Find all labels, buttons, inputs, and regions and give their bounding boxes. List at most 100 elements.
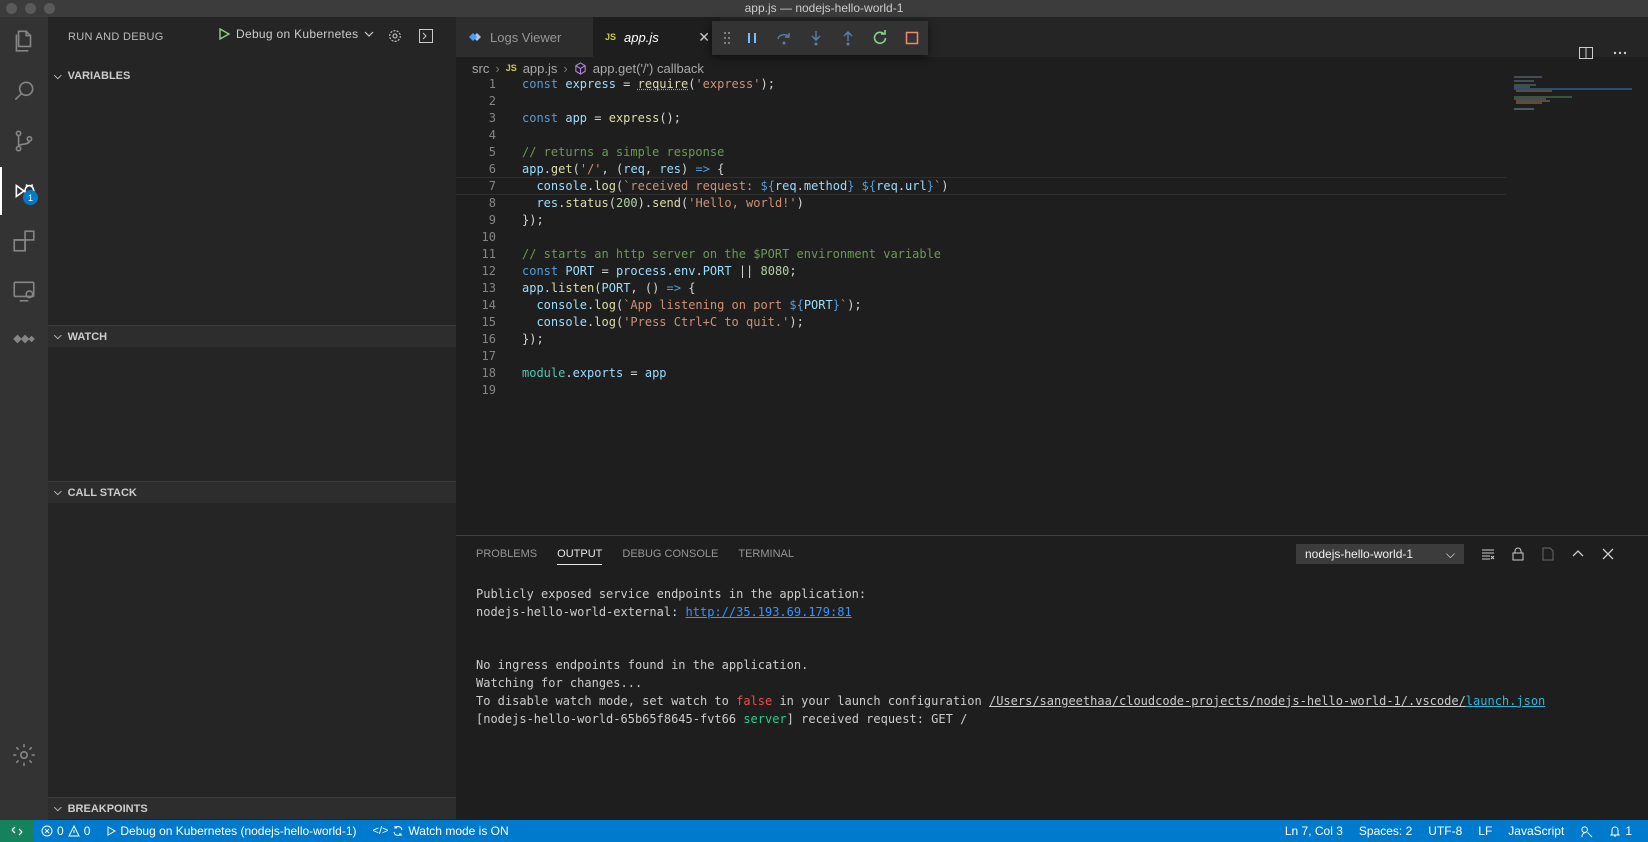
breadcrumb-file[interactable]: app.js <box>523 61 558 76</box>
chevron-down-icon: ⌵ <box>54 331 62 342</box>
settings-gear-icon[interactable] <box>0 731 48 779</box>
output-text: ] received request: GET / <box>786 711 968 726</box>
breakpoints-section-header[interactable]: ⌵ BREAKPOINTS <box>48 797 456 819</box>
more-actions-icon[interactable] <box>1612 45 1628 61</box>
editor-actions <box>1578 45 1628 61</box>
panel-actions <box>1480 546 1616 562</box>
line-number: 16 <box>481 332 496 346</box>
code-line: 17 <box>456 347 1506 365</box>
open-launch-json-gear-icon[interactable] <box>387 28 403 44</box>
tab-debug-console[interactable]: DEBUG CONSOLE <box>622 548 718 565</box>
code-editor[interactable]: 1 const express = require('express'); 2 3… <box>456 75 1648 535</box>
chevron-right-icon: › <box>495 60 500 76</box>
debug-console-icon[interactable] <box>418 28 434 44</box>
line-number: 13 <box>481 281 496 295</box>
run-and-debug-icon[interactable]: 1 <box>0 167 48 215</box>
close-panel-icon[interactable] <box>1600 546 1616 562</box>
chevron-down-icon: ⌵ <box>54 803 62 814</box>
call-stack-section-header[interactable]: ⌵ CALL STACK <box>48 481 456 503</box>
activity-bar: 1 <box>0 17 48 820</box>
code-line: 5// returns a simple response <box>456 143 1506 161</box>
line-number: 1 <box>488 77 496 91</box>
launch-json-link[interactable]: launch.json <box>1466 694 1545 708</box>
watch-section-header[interactable]: ⌵ WATCH <box>48 325 456 347</box>
code-line: 11// starts an http server on the $PORT … <box>456 245 1506 263</box>
pause-button[interactable] <box>736 24 768 52</box>
language-mode[interactable]: JavaScript <box>1500 824 1572 838</box>
output-text: false <box>736 693 773 708</box>
output-channel-select[interactable]: nodejs-hello-world-1 ⌵ <box>1296 544 1464 564</box>
source-control-icon[interactable] <box>0 117 48 165</box>
debug-badge: 1 <box>23 190 38 205</box>
remote-indicator-icon[interactable] <box>0 820 33 842</box>
cloud-code-icon[interactable] <box>0 315 48 363</box>
indentation[interactable]: Spaces: 2 <box>1351 824 1420 838</box>
code-line: 3 const app = express(); <box>456 109 1506 127</box>
step-into-icon <box>811 31 821 46</box>
chevron-down-icon <box>365 31 374 37</box>
warning-count: 0 <box>83 824 91 838</box>
open-log-file-icon[interactable] <box>1540 546 1556 562</box>
code-line: 7 console.log(`received request: ${req.m… <box>456 177 1506 195</box>
problems-status[interactable]: 0 0 <box>33 824 98 838</box>
output-line: No ingress endpoints found in the applic… <box>476 658 809 673</box>
step-out-button[interactable] <box>832 24 864 52</box>
start-debugging-icon[interactable] <box>218 28 230 40</box>
code-line: 15 console.log('Press Ctrl+C to quit.'); <box>456 313 1506 331</box>
endpoint-link[interactable]: http://35.193.69.179:81 <box>686 605 852 619</box>
notifications[interactable]: 1 <box>1601 824 1640 838</box>
variables-section-header[interactable]: ⌵ VARIABLES <box>48 65 456 87</box>
javascript-file-icon: JS <box>505 63 517 73</box>
sync-icon <box>393 826 403 836</box>
status-bar: 0 0 Debug on Kubernetes (nodejs-hello-wo… <box>0 820 1648 842</box>
line-number: 15 <box>481 315 496 329</box>
restart-button[interactable] <box>864 24 896 52</box>
minimap[interactable] <box>1512 75 1632 135</box>
clear-output-icon[interactable] <box>1480 546 1496 562</box>
breadcrumb-folder[interactable]: src <box>472 61 489 76</box>
drag-handle-icon[interactable] <box>718 24 736 52</box>
breadcrumb-symbol[interactable]: app.get('/') callback <box>593 61 704 76</box>
extensions-icon[interactable] <box>0 217 48 265</box>
output-line: [nodejs-hello-world-65b65f8645-fvt66 ser… <box>476 711 1545 729</box>
sidebar-title: RUN AND DEBUG <box>68 31 164 43</box>
line-number: 19 <box>481 383 496 397</box>
feedback-icon[interactable] <box>1572 825 1601 838</box>
lock-scroll-icon[interactable] <box>1510 546 1526 562</box>
explorer-icon[interactable] <box>0 17 48 65</box>
stop-icon <box>905 31 919 45</box>
encoding[interactable]: UTF-8 <box>1420 824 1470 838</box>
launch-config-path-link[interactable]: /Users/sangeethaa/cloudcode-projects/nod… <box>989 694 1466 708</box>
line-number: 17 <box>481 349 496 363</box>
code-line: 4 <box>456 126 1506 144</box>
debug-config-select[interactable]: Debug on Kubernetes <box>218 27 374 41</box>
step-into-button[interactable] <box>800 24 832 52</box>
tab-output[interactable]: OUTPUT <box>557 548 603 565</box>
code-line: 6 app.get('/', (req, res) => { <box>456 160 1506 178</box>
line-number: 3 <box>488 111 496 125</box>
maximize-panel-icon[interactable] <box>1570 546 1586 562</box>
output-text: in your launch configuration <box>772 693 989 708</box>
tab-terminal[interactable]: TERMINAL <box>738 548 794 565</box>
search-icon[interactable] <box>0 67 48 115</box>
tab-problems[interactable]: PROBLEMS <box>476 548 537 565</box>
tab-logs-viewer[interactable]: Logs Viewer <box>456 17 593 57</box>
end-of-line[interactable]: LF <box>1470 824 1500 838</box>
debug-session-status[interactable]: Debug on Kubernetes (nodejs-hello-world-… <box>98 824 364 838</box>
remote-explorer-icon[interactable] <box>0 267 48 315</box>
step-over-button[interactable] <box>768 24 800 52</box>
variables-label: VARIABLES <box>67 70 131 82</box>
output-text: To disable watch mode, set watch to <box>476 693 737 708</box>
watch-mode-status[interactable]: </> Watch mode is ON <box>365 824 517 838</box>
code-line: 14 console.log(`App listening on port ${… <box>456 296 1506 314</box>
close-tab-icon[interactable]: ✕ <box>698 29 710 46</box>
stop-button[interactable] <box>896 24 928 52</box>
tab-app-js[interactable]: JS app.js ✕ <box>593 17 720 57</box>
debug-toolbar <box>712 21 928 55</box>
line-number: 18 <box>481 366 496 380</box>
cursor-position[interactable]: Ln 7, Col 3 <box>1277 824 1351 838</box>
output-log[interactable]: Publicly exposed service endpoints in th… <box>476 586 1545 728</box>
restart-icon <box>873 30 887 45</box>
split-editor-icon[interactable] <box>1578 45 1594 61</box>
notification-count: 1 <box>1625 824 1632 838</box>
